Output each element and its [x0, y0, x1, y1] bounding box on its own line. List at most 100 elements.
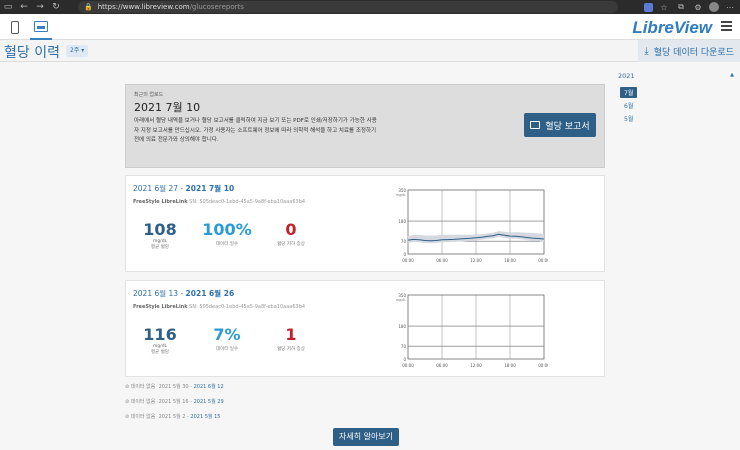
- no-data-row: ⊘ 데이터 없음 2021 5월 30 - 2021 6월 12: [125, 384, 224, 390]
- url-text: https://www.libreview.com/glucosereports: [98, 3, 244, 11]
- no-data-end: 2021 6월 12: [193, 384, 224, 390]
- download-icon: ⤓: [644, 45, 649, 57]
- year-label: 2021: [618, 72, 635, 80]
- browser-toolbar: ▭ ← → ↻ 🔒 https://www.libreview.com/gluc…: [0, 0, 740, 14]
- year-toggle[interactable]: 2021 ▲: [618, 72, 736, 80]
- no-data-row: ⊘ 데이터 없음 2021 5월 16 - 2021 5월 29: [125, 399, 224, 405]
- no-data-end: 2021 5월 29: [193, 399, 224, 405]
- lock-icon: 🔒: [84, 3, 93, 11]
- download-label: 혈당 데이터 다운로드: [653, 47, 734, 58]
- period-select-value: 2주: [70, 47, 80, 54]
- period-select[interactable]: 2주 ▾: [66, 45, 89, 57]
- no-data-end: 2021 5월 15: [190, 414, 221, 420]
- x-tick-label: 00:00: [538, 363, 548, 368]
- x-tick-label: 12:00: [470, 258, 482, 263]
- title-bar: 혈당 이력 2주 ▾ ⤓ 혈당 데이터 다운로드: [0, 40, 740, 62]
- more-icon[interactable]: ⋯: [724, 3, 736, 12]
- y-tick-label: 0: [403, 357, 406, 362]
- recent-upload-panel: 최근의 업로드 2021 7월 10 아래에서 혈당 내역을 보거나 혈당 보고…: [125, 84, 605, 168]
- period-card[interactable]: 2021 6월 13 - 2021 6월 26 FreeStyle LibreL…: [125, 280, 605, 377]
- agp-chart: 350180700mg/dL00:0006:0012:0018:0000:00: [396, 188, 548, 263]
- no-data-label: 데이터 없음: [130, 399, 156, 405]
- low-events-value: 1: [285, 325, 297, 344]
- learn-more-button[interactable]: 자세히 알아보기: [333, 428, 399, 446]
- reload-icon[interactable]: ↻: [48, 0, 64, 14]
- card-device: FreeStyle LibreLink SN: 505deac0-1ebd-45…: [133, 199, 305, 205]
- y-tick-label: 70: [401, 344, 407, 349]
- sidebar-item-month[interactable]: 6월: [620, 100, 637, 111]
- card-range: 2021 6월 27 - 2021 7월 10: [133, 183, 234, 194]
- device-sn: SN: 505deac0-1ebd-45a5-9a8f-eba10aaa63b4: [187, 304, 306, 310]
- y-tick-label: 0: [403, 252, 406, 257]
- y-tick-label: 70: [401, 239, 407, 244]
- range-start: 2021 6월 27 -: [133, 184, 186, 193]
- extensions-icon[interactable]: ⚙: [692, 3, 704, 12]
- forward-icon[interactable]: →: [32, 0, 48, 14]
- profile-avatar[interactable]: [709, 2, 719, 12]
- avg-glucose-stat: 108 mg/dL 평균 혈당: [138, 220, 182, 250]
- data-days-label: 데이터 일수: [215, 242, 239, 247]
- no-data-label: 데이터 없음: [130, 414, 156, 420]
- range-end: 2021 6월 26: [185, 289, 235, 298]
- download-data-button[interactable]: ⤓ 혈당 데이터 다운로드: [638, 40, 740, 62]
- recent-date: 2021 7월 10: [134, 101, 201, 114]
- report-icon: [34, 20, 48, 32]
- page-title: 혈당 이력: [4, 45, 60, 61]
- no-data-start: 2021 5월 30 -: [158, 384, 194, 390]
- x-tick-label: 12:00: [470, 363, 482, 368]
- recent-kicker: 최근의 업로드: [134, 92, 164, 98]
- collections-icon[interactable]: ⧉: [675, 2, 687, 12]
- x-tick-label: 18:00: [504, 363, 516, 368]
- x-tick-label: 06:00: [436, 258, 448, 263]
- range-start: 2021 6월 13 -: [133, 289, 186, 298]
- window-menu-icon[interactable]: ▭: [0, 0, 16, 14]
- card-range: 2021 6월 13 - 2021 6월 26: [133, 288, 234, 299]
- x-tick-label: 18:00: [504, 258, 516, 263]
- no-data-row: ⊘ 데이터 없음 2021 5월 2 - 2021 5월 15: [125, 414, 221, 420]
- url-host: https://www.libreview.com: [97, 3, 190, 11]
- recent-description: 아래에서 혈당 내역을 보거나 혈당 보고서를 클릭하여 지금 보기 또는 PD…: [134, 118, 377, 143]
- no-data-start: 2021 5월 16 -: [158, 399, 194, 405]
- sidebar-item-month[interactable]: 7월: [620, 87, 638, 98]
- period-card[interactable]: 2021 6월 27 - 2021 7월 10 FreeStyle LibreL…: [125, 175, 605, 272]
- report-button-label: 혈당 보고서: [545, 121, 590, 132]
- x-tick-label: 06:00: [436, 363, 448, 368]
- data-days-stat: 100% 데이터 일수: [200, 220, 254, 247]
- x-tick-label: 00:00: [538, 258, 548, 263]
- no-data-label: 데이터 없음: [130, 384, 156, 390]
- glucose-report-button[interactable]: 혈당 보고서: [524, 113, 596, 137]
- y-tick-label: 180: [398, 219, 406, 224]
- chevron-down-icon: ▾: [81, 47, 85, 54]
- agp-chart: 350180700mg/dL00:0006:0012:0018:0000:00: [396, 293, 548, 368]
- phone-icon: [11, 20, 19, 34]
- low-events-value: 0: [285, 220, 297, 239]
- data-days-suffix: %: [235, 220, 252, 239]
- card-device: FreeStyle LibreLink SN: 505deac0-1ebd-45…: [133, 304, 305, 310]
- app-header: LibreView: [0, 14, 740, 40]
- tab-devices[interactable]: [4, 14, 26, 40]
- libreview-logo[interactable]: LibreView: [632, 18, 712, 38]
- sidebar-item-month[interactable]: 5월: [620, 113, 637, 124]
- avg-glucose-stat: 116 mg/dL 평균 혈당: [138, 325, 182, 355]
- favorite-icon[interactable]: ☆: [658, 3, 670, 12]
- back-icon[interactable]: ←: [16, 0, 32, 14]
- avg-glucose-label: 평균 혈당: [151, 350, 169, 355]
- address-bar[interactable]: 🔒 https://www.libreview.com/glucoserepor…: [78, 1, 618, 13]
- data-days-value: 100: [202, 220, 236, 239]
- y-tick-label: 180: [398, 324, 406, 329]
- y-unit-label: mg/dL: [396, 298, 406, 302]
- range-end: 2021 7월 10: [185, 184, 235, 193]
- extension-icon[interactable]: [644, 2, 653, 12]
- data-days-label: 데이터 일수: [215, 347, 239, 352]
- data-days-suffix: %: [224, 325, 241, 344]
- hamburger-menu-icon[interactable]: [721, 21, 732, 31]
- low-events-stat: 1 혈당 저하 증상: [266, 325, 316, 352]
- avg-glucose-label: 평균 혈당: [151, 245, 169, 250]
- caret-up-icon: ▲: [730, 72, 734, 78]
- y-unit-label: mg/dL: [396, 193, 406, 197]
- device-sn: SN: 505deac0-1ebd-45a5-9a8f-eba10aaa63b4: [187, 199, 306, 205]
- url-path: /glucosereports: [189, 3, 244, 11]
- device-name: FreeStyle LibreLink: [133, 304, 188, 310]
- data-days-value: 7: [213, 325, 225, 344]
- tab-reports[interactable]: [30, 14, 52, 40]
